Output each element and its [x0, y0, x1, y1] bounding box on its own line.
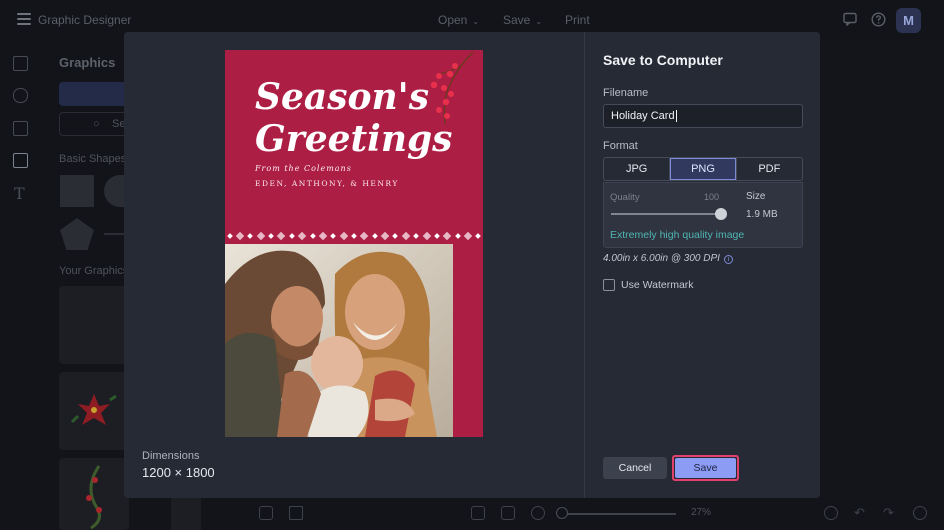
graphic-thumbnail[interactable]	[59, 286, 129, 364]
quality-panel: Quality 100 Size 1.9 MB Extremely high q…	[603, 182, 803, 248]
quality-slider-track[interactable]	[611, 213, 721, 215]
page-thumbnail[interactable]	[171, 497, 201, 530]
family-photo	[225, 244, 453, 437]
search-icon: ○	[93, 118, 100, 130]
adjust-icon[interactable]	[13, 88, 28, 103]
search-input[interactable]: ○ Se	[59, 112, 129, 136]
info-icon[interactable]: i	[723, 255, 733, 264]
section-your-graphics: Your Graphics	[59, 265, 129, 277]
panel-title: Graphics	[59, 55, 116, 70]
quality-value: 100	[704, 192, 720, 202]
size-label: Size	[746, 191, 766, 202]
graphic-thumbnail[interactable]	[59, 458, 129, 530]
bottom-toolbar: 27% ↶ ↷	[146, 497, 944, 530]
card-title: Season's Greetings	[255, 76, 453, 160]
rotate-icon[interactable]	[824, 506, 838, 520]
print-menu[interactable]: Print	[565, 13, 590, 27]
card-names-text: EDEN, ANTHONY, & HENRY	[255, 179, 399, 188]
chevron-down-icon: ⌄	[535, 17, 543, 26]
comment-icon[interactable]	[842, 12, 857, 27]
fit-screen-icon[interactable]	[471, 506, 485, 520]
dimensions-label: Dimensions	[142, 450, 200, 462]
menu-icon[interactable]	[17, 13, 31, 25]
line-shape[interactable]	[104, 233, 124, 235]
layout-icon[interactable]	[13, 121, 28, 136]
zoom-level: 27%	[691, 507, 712, 518]
quality-label: Quality	[610, 192, 640, 203]
watermark-checkbox[interactable]	[603, 279, 615, 291]
preview-pane: Season's Greetings From the Colemans EDE…	[124, 32, 585, 498]
save-dialog: Season's Greetings From the Colemans EDE…	[124, 32, 820, 498]
filename-label: Filename	[603, 87, 649, 99]
card-divider	[225, 231, 483, 241]
history-icon[interactable]	[913, 506, 927, 520]
avatar[interactable]: M	[896, 8, 921, 33]
graphic-thumbnail[interactable]	[59, 372, 129, 450]
open-menu[interactable]: Open ⌄	[438, 13, 479, 27]
format-selector: JPG PNG PDF	[603, 157, 803, 181]
watermark-label[interactable]: Use Watermark	[621, 279, 694, 291]
pentagon-shape[interactable]	[60, 218, 94, 250]
square-shape[interactable]	[60, 175, 94, 207]
graphics-icon[interactable]	[13, 153, 28, 168]
fill-screen-icon[interactable]	[501, 506, 515, 520]
app-title: Graphic Designer	[38, 13, 132, 27]
format-jpg-button[interactable]: JPG	[604, 158, 671, 180]
zoom-out-icon[interactable]	[531, 506, 545, 520]
save-menu[interactable]: Save ⌄	[503, 13, 542, 27]
quality-slider-handle[interactable]	[715, 208, 727, 220]
cancel-button[interactable]: Cancel	[603, 457, 667, 479]
size-value: 1.9 MB	[746, 209, 778, 220]
grid-icon[interactable]	[289, 506, 303, 520]
zoom-slider-track[interactable]	[558, 513, 676, 515]
save-button[interactable]: Save	[672, 455, 739, 481]
card-preview: Season's Greetings From the Colemans EDE…	[225, 50, 483, 437]
save-options-pane: Save to Computer Filename Holiday Card F…	[586, 32, 820, 498]
layers-icon[interactable]	[259, 506, 273, 520]
undo-icon[interactable]: ↶	[854, 506, 868, 520]
format-pdf-button[interactable]: PDF	[737, 158, 802, 180]
zoom-slider-handle[interactable]	[556, 507, 568, 519]
help-icon[interactable]	[871, 12, 886, 27]
chevron-down-icon: ⌄	[472, 17, 480, 26]
left-rail: T	[0, 40, 42, 530]
quality-note: Extremely high quality image	[610, 229, 745, 241]
redo-icon[interactable]: ↷	[883, 506, 897, 520]
text-icon[interactable]: T	[14, 184, 25, 203]
dialog-title: Save to Computer	[603, 52, 723, 68]
dimensions-value: 1200 × 1800	[142, 465, 215, 480]
image-icon[interactable]	[13, 56, 28, 71]
panel-primary-button[interactable]	[59, 82, 129, 106]
card-from-text: From the Colemans	[255, 164, 352, 173]
format-label: Format	[603, 140, 638, 152]
section-basic-shapes: Basic Shapes	[59, 153, 127, 165]
print-size-info: 4.00in x 6.00in @ 300 DPI i	[603, 253, 733, 264]
filename-field[interactable]: Holiday Card	[603, 104, 803, 128]
format-png-button[interactable]: PNG	[670, 158, 737, 180]
